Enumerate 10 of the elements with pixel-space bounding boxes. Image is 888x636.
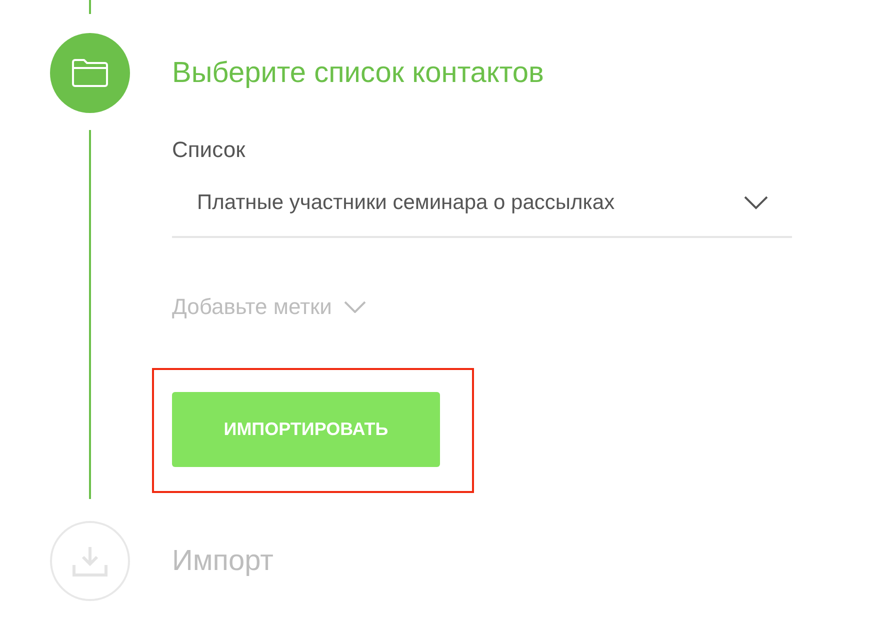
import-button[interactable]: ИМПОРТИРОВАТЬ xyxy=(172,392,440,467)
chevron-down-icon xyxy=(344,301,366,313)
download-icon xyxy=(72,545,108,577)
step-title: Импорт xyxy=(172,544,274,579)
list-select[interactable]: Платные участники семинара о рассылках xyxy=(172,178,792,238)
step-title: Выберите список контактов xyxy=(172,56,544,91)
chevron-down-icon xyxy=(744,196,768,210)
field-label: Список xyxy=(172,136,246,164)
tags-select[interactable]: Добавьте метки xyxy=(172,293,366,321)
folder-icon xyxy=(71,58,109,88)
